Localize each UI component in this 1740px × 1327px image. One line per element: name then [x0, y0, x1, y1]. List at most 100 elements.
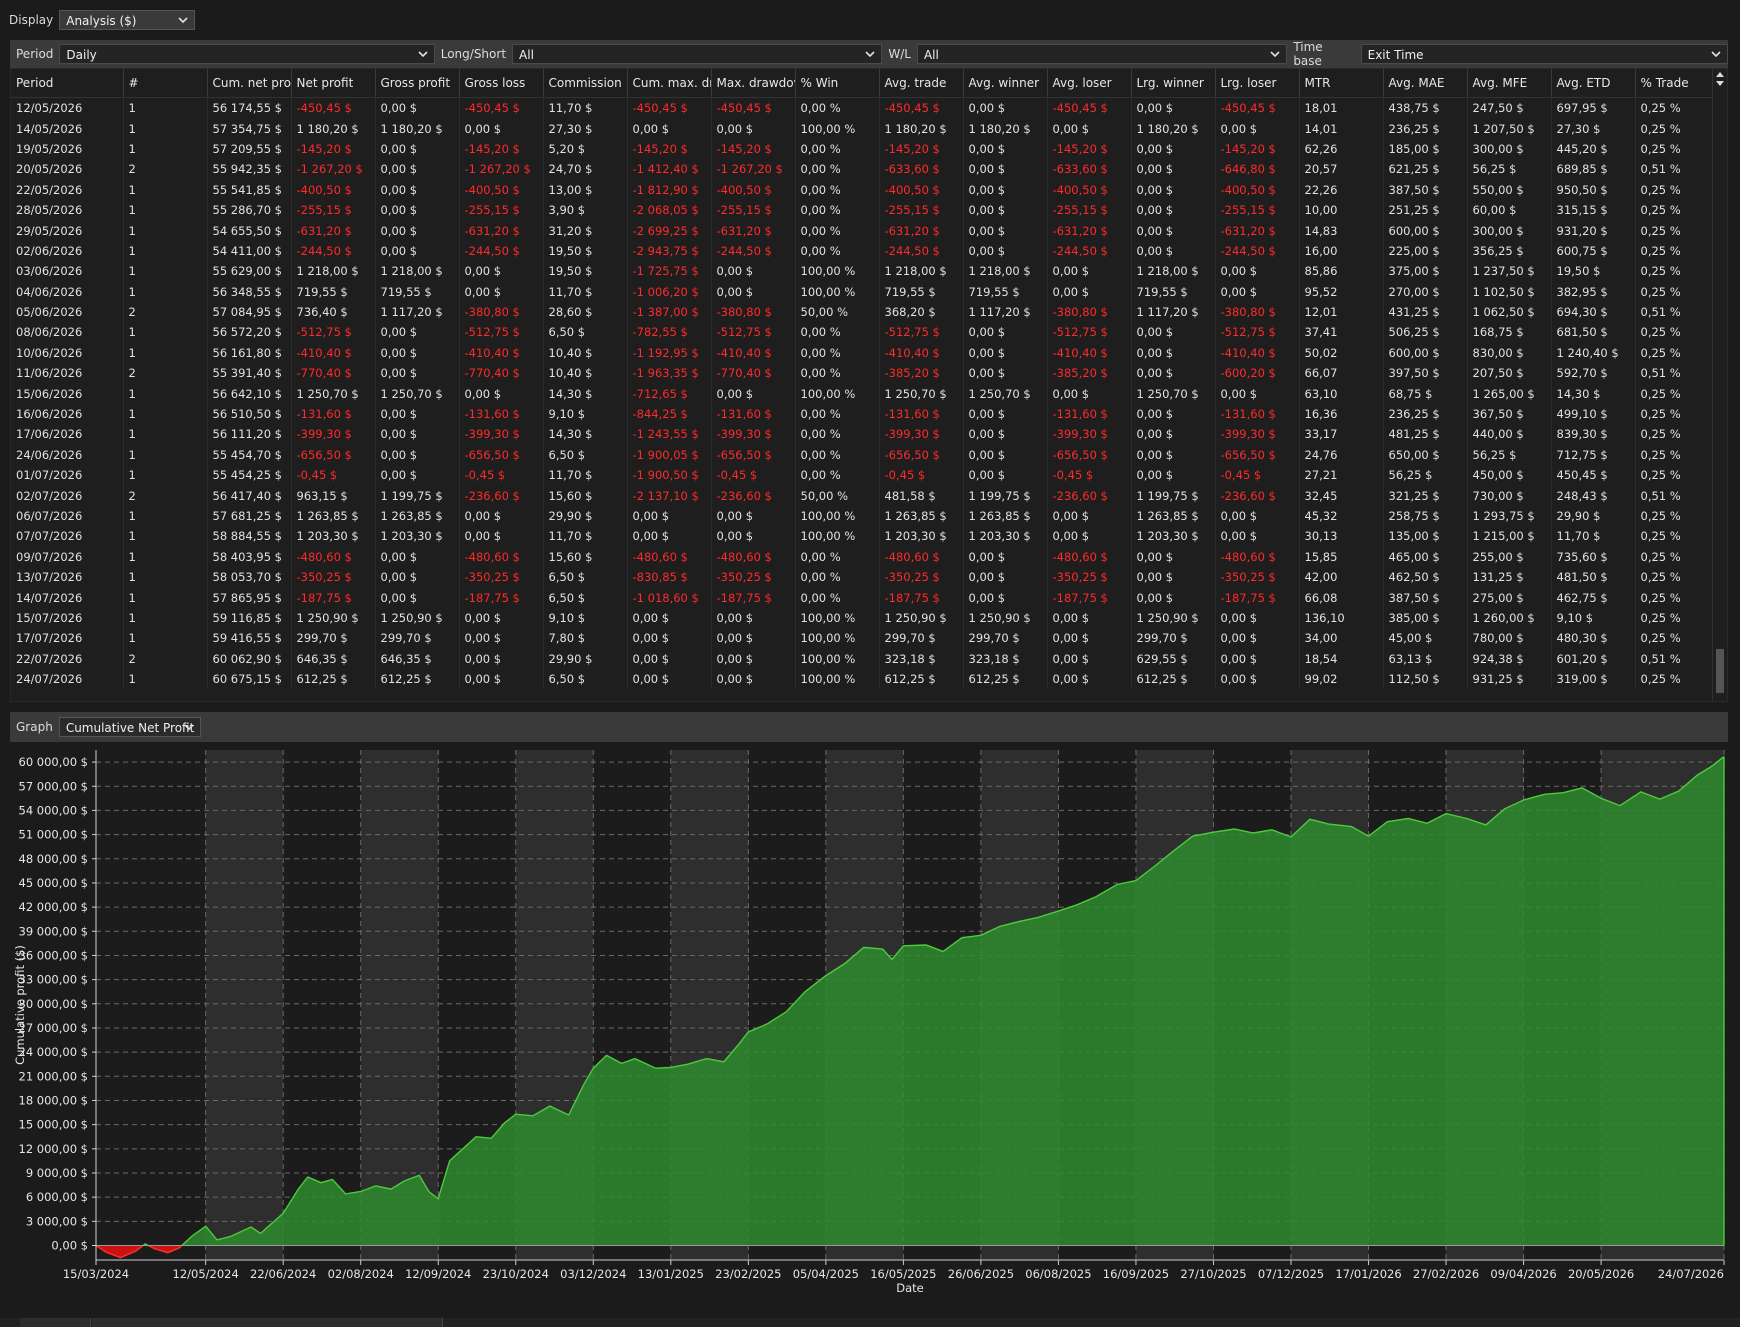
- table-cell: 27,21: [1299, 465, 1384, 486]
- long-short-select-value: All: [519, 48, 534, 62]
- table-row[interactable]: 19/05/2026 1 57 209,55 $ -145,20 $0,00 $ -14…: [11, 138, 1720, 160]
- table-cell: -410,40 $: [1047, 342, 1132, 364]
- table-cell: 0,00 $: [1047, 505, 1132, 527]
- bottom-tab-2[interactable]: [92, 1318, 443, 1327]
- table-cell: 1 207,50 $: [1467, 118, 1552, 139]
- table-cell: 29,90 $: [543, 648, 628, 669]
- table-cell: 499,10 $: [1551, 403, 1636, 425]
- table-cell: 0,00 %: [795, 587, 880, 608]
- table-row[interactable]: 09/07/2026 1 58 403,95 $ -480,60 $0,00 $ -48…: [11, 546, 1720, 567]
- table-row[interactable]: 14/05/2026 1 57 354,75 $1 180,20 $1 180,20…: [11, 118, 1720, 139]
- table-row[interactable]: 01/07/2026 1 55 454,25 $ -0,45 $0,00 $ -0,45…: [11, 465, 1720, 486]
- table-cell: 1 199,75 $: [1131, 485, 1216, 506]
- table-row[interactable]: 06/07/2026 1 57 681,25 $1 263,85 $1 263,85…: [11, 505, 1720, 527]
- table-row[interactable]: 17/06/2026 1 56 111,20 $ -399,30 $0,00 $ -39…: [11, 424, 1720, 445]
- table-row[interactable]: 16/06/2026 1 56 510,50 $ -131,60 $0,00 $ -13…: [11, 403, 1720, 425]
- column-header[interactable]: Avg. MAE: [1383, 69, 1468, 98]
- table-cell: 0,00 $: [375, 342, 460, 364]
- table-row[interactable]: 05/06/2026 2 57 084,95 $736,40 $1 117,20 $…: [11, 301, 1720, 323]
- table-cell: 1: [123, 546, 208, 567]
- table-cell: 0,00 $: [1131, 465, 1216, 486]
- scroll-thumb[interactable]: [1716, 649, 1724, 693]
- table-cell: 0,25 %: [1635, 179, 1720, 200]
- column-header[interactable]: Cum. max. dra: [627, 69, 712, 98]
- table-cell: -410,40 $: [291, 342, 376, 364]
- win-loss-select[interactable]: All: [916, 44, 1288, 64]
- cumulative-profit-chart-panel: 0,00 $ 3 000,00 $ 6 000,00 $ 9 000,00 $ 12 0…: [10, 742, 1728, 1317]
- table-cell: 55 454,25 $: [207, 465, 292, 486]
- table-row[interactable]: 02/07/2026 2 56 417,40 $963,15 $1 199,75 $…: [11, 485, 1720, 506]
- table-row[interactable]: 15/07/2026 1 59 116,85 $1 250,90 $1 250,90…: [11, 607, 1720, 629]
- y-tick-label: 36 000,00 $: [19, 948, 89, 962]
- table-cell: -255,15 $: [879, 199, 964, 221]
- display-select[interactable]: Analysis ($): [59, 10, 196, 30]
- table-row[interactable]: 13/07/2026 1 58 053,70 $ -350,25 $0,00 $ -35…: [11, 566, 1720, 588]
- table-cell: 0,00 $: [1215, 383, 1300, 404]
- table-cell: 0,00 %: [795, 566, 880, 588]
- column-header[interactable]: Avg. ETD: [1551, 69, 1636, 98]
- table-cell: 0,00 $: [375, 546, 460, 567]
- column-header[interactable]: % Win: [795, 69, 880, 98]
- column-header[interactable]: Commission: [543, 69, 628, 98]
- period-select[interactable]: Daily: [59, 44, 435, 64]
- table-row[interactable]: 11/06/2026 2 55 391,40 $ -770,40 $0,00 $ -77…: [11, 363, 1720, 384]
- table-row[interactable]: 24/06/2026 1 55 454,70 $ -656,50 $0,00 $ -65…: [11, 444, 1720, 466]
- table-cell: 56 510,50 $: [207, 403, 292, 425]
- column-header[interactable]: Net profit: [291, 69, 376, 98]
- table-cell: -399,30 $: [459, 424, 544, 445]
- table-cell: 59 416,55 $: [207, 628, 292, 649]
- table-row[interactable]: 24/07/2026 1 60 675,15 $612,25 $612,25 $0,…: [11, 668, 1720, 690]
- column-header[interactable]: Avg. MFE: [1467, 69, 1552, 98]
- table-row[interactable]: 22/05/2026 1 55 541,85 $ -400,50 $0,00 $ -40…: [11, 179, 1720, 200]
- table-cell: 100,00 %: [795, 505, 880, 527]
- column-header[interactable]: #: [123, 69, 208, 98]
- table-row[interactable]: 07/07/2026 1 58 884,55 $1 203,30 $1 203,30…: [11, 526, 1720, 547]
- table-cell: 1 250,70 $: [291, 383, 376, 404]
- table-row[interactable]: 10/06/2026 1 56 161,80 $ -410,40 $0,00 $ -41…: [11, 342, 1720, 364]
- table-row[interactable]: 14/07/2026 1 57 865,95 $ -187,75 $0,00 $ -18…: [11, 587, 1720, 608]
- table-row[interactable]: 29/05/2026 1 54 655,50 $ -631,20 $0,00 $ -63…: [11, 220, 1720, 241]
- table-row[interactable]: 28/05/2026 1 55 286,70 $ -255,15 $0,00 $ -25…: [11, 199, 1720, 221]
- table-cell: -400,50 $: [879, 179, 964, 200]
- table-cell: 621,25 $: [1383, 159, 1468, 180]
- table-cell: 0,00 $: [1131, 322, 1216, 343]
- table-cell: -255,15 $: [711, 199, 796, 221]
- scroll-down-icon[interactable]: [1713, 79, 1727, 89]
- table-row[interactable]: 15/06/2026 1 56 642,10 $1 250,70 $1 250,70…: [11, 383, 1720, 404]
- column-header[interactable]: Lrg. winner: [1131, 69, 1216, 98]
- column-header[interactable]: Avg. loser: [1047, 69, 1132, 98]
- x-tick-label: 27/02/2026: [1413, 1267, 1479, 1281]
- column-header[interactable]: MTR: [1299, 69, 1384, 98]
- table-row[interactable]: 22/07/2026 2 60 062,90 $646,35 $646,35 $0,…: [11, 648, 1720, 669]
- table-cell: 0,25 %: [1635, 97, 1720, 119]
- column-header[interactable]: % Trade: [1635, 69, 1720, 98]
- bottom-tab-1[interactable]: [20, 1318, 91, 1327]
- column-header[interactable]: Cum. net prof: [207, 69, 292, 98]
- column-header[interactable]: Avg. winner: [963, 69, 1048, 98]
- column-header[interactable]: Gross loss: [459, 69, 544, 98]
- scroll-up-icon[interactable]: [1713, 69, 1727, 79]
- column-header[interactable]: Gross profit: [375, 69, 460, 98]
- table-scrollbar[interactable]: [1712, 69, 1727, 701]
- table-row[interactable]: 12/05/2026 1 56 174,55 $ -450,45 $0,00 $ -45…: [11, 97, 1720, 119]
- table-cell: 1 199,75 $: [963, 485, 1048, 506]
- table-row[interactable]: 04/06/2026 1 56 348,55 $719,55 $719,55 $0,…: [11, 281, 1720, 302]
- time-base-select[interactable]: Exit Time: [1360, 44, 1728, 64]
- table-body: 12/05/2026 1 56 174,55 $ -450,45 $0,00 $ -45…: [11, 97, 1720, 690]
- column-header[interactable]: Max. drawdov: [711, 69, 796, 98]
- table-row[interactable]: 17/07/2026 1 59 416,55 $299,70 $299,70 $0,…: [11, 628, 1720, 649]
- table-row[interactable]: 02/06/2026 1 54 411,00 $ -244,50 $0,00 $ -24…: [11, 240, 1720, 262]
- table-cell: 0,00 $: [627, 668, 712, 690]
- table-cell: 730,00 $: [1467, 485, 1552, 506]
- table-row[interactable]: 08/06/2026 1 56 572,20 $ -512,75 $0,00 $ -51…: [11, 322, 1720, 343]
- table-cell: 1: [123, 342, 208, 364]
- column-header[interactable]: Lrg. loser: [1215, 69, 1300, 98]
- table-row[interactable]: 03/06/2026 1 55 629,00 $1 218,00 $1 218,00…: [11, 261, 1720, 282]
- long-short-select[interactable]: All: [512, 44, 883, 64]
- table-row[interactable]: 20/05/2026 2 55 942,35 $ -1 267,20 $0,00 $ -…: [11, 159, 1720, 180]
- graph-select[interactable]: Cumulative Net Profit: [58, 717, 201, 737]
- table-cell: 1: [123, 566, 208, 588]
- column-header[interactable]: Avg. trade: [879, 69, 964, 98]
- column-header[interactable]: Period: [11, 69, 124, 98]
- table-cell: 1 218,00 $: [1131, 261, 1216, 282]
